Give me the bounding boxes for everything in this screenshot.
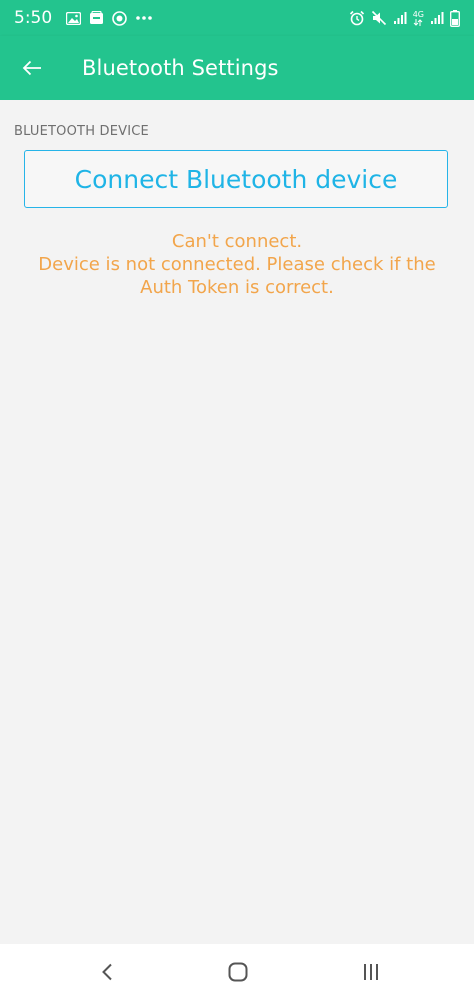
- error-title: Can't connect.: [171, 231, 303, 252]
- signal-icon: [430, 11, 444, 25]
- nav-recents-icon: [362, 963, 380, 981]
- network-4g-icon: 4G: [412, 9, 424, 26]
- nav-recents-button[interactable]: [336, 944, 406, 1000]
- error-message: Can't connect. Device is not connected. …: [20, 230, 454, 299]
- status-bar: 5:50 4G: [0, 0, 474, 36]
- arrow-back-icon: [22, 60, 42, 76]
- wallet-icon: [89, 11, 104, 25]
- nav-home-icon: [228, 962, 248, 982]
- mute-icon: [371, 10, 387, 26]
- nav-home-button[interactable]: [203, 944, 273, 1000]
- nav-back-icon: [101, 963, 113, 981]
- nav-back-button[interactable]: [72, 944, 142, 1000]
- alarm-icon: [349, 10, 365, 26]
- blynk-icon: [112, 10, 127, 26]
- app-bar: Bluetooth Settings: [0, 36, 474, 100]
- page-title: Bluetooth Settings: [82, 56, 279, 80]
- battery-icon: [450, 9, 460, 27]
- more-dots-icon: [135, 15, 153, 21]
- status-time: 5:50: [14, 8, 53, 28]
- status-right: 4G: [349, 9, 460, 27]
- network-label: 4G: [412, 9, 424, 19]
- main-content: BLUETOOTH DEVICE Connect Bluetooth devic…: [0, 100, 474, 944]
- image-icon: [66, 11, 82, 25]
- status-left: 5:50: [14, 8, 153, 28]
- signal-icon: [393, 11, 407, 25]
- error-detail: Device is not connected. Please check if…: [38, 254, 436, 298]
- navigation-bar: [0, 944, 474, 1000]
- connect-bluetooth-device-button[interactable]: Connect Bluetooth device: [24, 150, 448, 208]
- section-label-bluetooth-device: BLUETOOTH DEVICE: [14, 124, 149, 139]
- back-button[interactable]: [0, 36, 64, 100]
